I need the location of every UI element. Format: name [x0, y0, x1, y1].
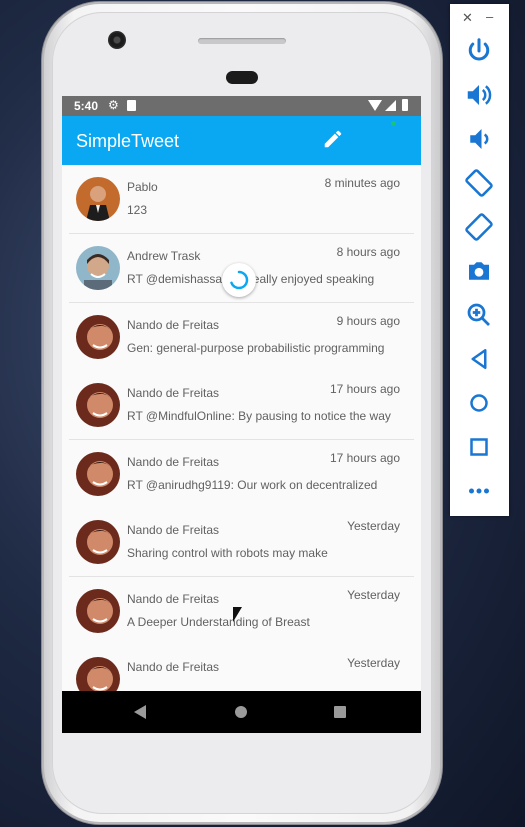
back-icon[interactable]	[464, 344, 494, 374]
loading-spinner	[222, 263, 256, 297]
overview-icon[interactable]	[334, 706, 346, 718]
emulator-side-panel: ✕ –	[450, 4, 509, 516]
app-toolbar: SimpleTweet	[62, 116, 421, 165]
mouse-cursor-icon	[233, 607, 242, 622]
tweet-time: 8 hours ago	[336, 245, 400, 259]
rotate-left-icon[interactable]	[464, 168, 494, 198]
overview-icon[interactable]	[464, 432, 494, 462]
close-icon[interactable]: ✕	[462, 10, 473, 26]
status-time: 5:40	[74, 99, 99, 113]
tweet-author: Nando de Freitas	[127, 660, 220, 674]
settings-gear-icon: ⚙	[108, 98, 119, 112]
back-icon[interactable]	[134, 705, 146, 719]
tweet-row[interactable]: Nando de Freitas Yesterday Sharing contr…	[69, 508, 414, 577]
home-icon[interactable]	[235, 706, 247, 718]
tweet-text: Gen: general-purpose probabilistic progr…	[127, 341, 385, 355]
tweet-row[interactable]: Nando de Freitas 9 hours ago Gen: genera…	[69, 303, 414, 372]
front-camera	[108, 31, 126, 49]
tweet-list[interactable]: Pablo 8 minutes ago 123 Andrew Trask 8 h…	[62, 165, 421, 733]
avatar[interactable]	[76, 452, 120, 496]
earpiece	[226, 71, 258, 84]
wifi-icon	[368, 100, 382, 111]
tweet-text: RT @MindfulOnline: By pausing to notice …	[127, 409, 391, 423]
tweet-text: RT @anirudhg9119: Our work on decentrali…	[127, 478, 378, 492]
tweet-author: Nando de Freitas	[127, 455, 220, 469]
avatar[interactable]	[76, 246, 120, 290]
tweet-author: Nando de Freitas	[127, 318, 220, 332]
tweet-time: Yesterday	[347, 519, 400, 533]
tweet-author: Nando de Freitas	[127, 592, 220, 606]
avatar[interactable]	[76, 315, 120, 359]
volume-up-icon[interactable]	[464, 80, 494, 110]
sd-card-icon	[127, 100, 136, 111]
power-icon[interactable]	[464, 36, 494, 66]
tweet-author: Andrew Trask	[127, 249, 201, 263]
device-screen: 5:40 ⚙ SimpleTweet Pablo 8 minutes ago 1…	[62, 96, 421, 733]
zoom-icon[interactable]	[464, 300, 494, 330]
minimize-icon[interactable]: –	[486, 9, 493, 24]
tweet-time: 8 minutes ago	[324, 176, 400, 190]
avatar[interactable]	[76, 383, 120, 427]
tweet-row[interactable]: Pablo 8 minutes ago 123	[69, 165, 414, 234]
avatar[interactable]	[76, 589, 120, 633]
system-nav-bar	[62, 691, 421, 733]
tweet-row[interactable]: Nando de Freitas 17 hours ago RT @anirud…	[69, 440, 414, 509]
tweet-row[interactable]: Nando de Freitas 17 hours ago RT @Mindfu…	[69, 371, 414, 440]
notification-dot	[391, 121, 396, 126]
avatar[interactable]	[76, 177, 120, 221]
rotate-right-icon[interactable]	[464, 212, 494, 242]
volume-down-icon[interactable]	[464, 124, 494, 154]
signal-icon	[385, 100, 396, 111]
tweet-time: 17 hours ago	[329, 451, 400, 465]
tweet-time: 9 hours ago	[336, 314, 400, 328]
tweet-text: Sharing control with robots may make	[127, 546, 328, 560]
tweet-author: Pablo	[127, 180, 158, 194]
camera-icon[interactable]	[464, 256, 494, 286]
top-speaker	[198, 38, 286, 44]
tweet-text: 123	[127, 203, 148, 217]
more-icon[interactable]	[464, 476, 494, 506]
status-bar: 5:40 ⚙	[62, 96, 421, 116]
app-title: SimpleTweet	[76, 131, 180, 151]
tweet-time: Yesterday	[347, 656, 400, 670]
tweet-author: Nando de Freitas	[127, 523, 220, 537]
pencil-icon[interactable]	[322, 128, 344, 150]
avatar[interactable]	[76, 520, 120, 564]
tweet-time: Yesterday	[347, 588, 400, 602]
tweet-time: 17 hours ago	[329, 382, 400, 396]
battery-icon	[402, 99, 408, 111]
home-icon[interactable]	[464, 388, 494, 418]
tweet-author: Nando de Freitas	[127, 386, 220, 400]
tweet-text: A Deeper Understanding of Breast	[127, 615, 310, 629]
